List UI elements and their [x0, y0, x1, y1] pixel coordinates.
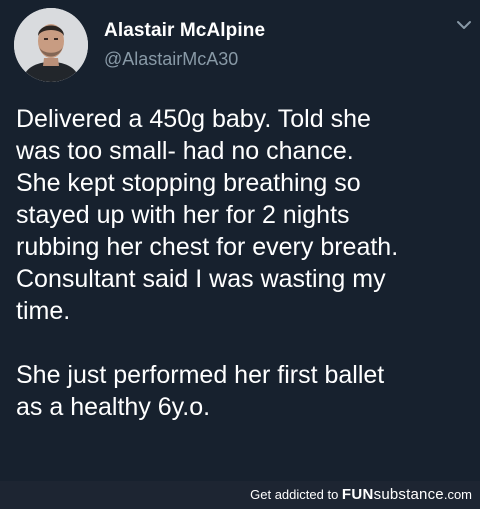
tweet-text: Delivered a 450g baby. Told she was too … — [16, 103, 474, 423]
tweet-text-line: time. — [16, 297, 71, 325]
brand-fun: FUN — [341, 486, 374, 503]
display-name[interactable]: Alastair McAlpine — [104, 20, 265, 42]
tweet-text-line: was too small- had no chance. — [16, 137, 354, 165]
user-handle[interactable]: @AlastairMcA30 — [104, 49, 238, 70]
brand-dotcom: .com — [443, 487, 472, 502]
avatar[interactable] — [14, 8, 88, 82]
brand-substance: substance — [373, 486, 444, 503]
tweet-text-line: stayed up with her for 2 nights — [16, 201, 350, 229]
chevron-down-icon[interactable] — [455, 18, 473, 32]
tweet-text-line: Delivered a 450g baby. Told she — [16, 105, 371, 133]
tweet-text-line: Consultant said I was wasting my — [16, 265, 386, 293]
watermark-bar: Get addicted to FUNsubstance.com — [0, 481, 480, 509]
tweet-card: Alastair McAlpine @AlastairMcA30 Deliver… — [0, 0, 480, 481]
tweet-text-line: rubbing her chest for every breath. — [16, 233, 399, 261]
avatar-photo — [14, 8, 88, 82]
tweet-text-line: She kept stopping breathing so — [16, 169, 361, 197]
tweet-text-line: as a healthy 6y.o. — [16, 393, 211, 421]
site-watermark: Get addicted to FUNsubstance.com — [250, 487, 472, 503]
tweet-text-line: She just performed her first ballet — [16, 361, 385, 389]
watermark-prefix: Get addicted to — [250, 487, 342, 502]
